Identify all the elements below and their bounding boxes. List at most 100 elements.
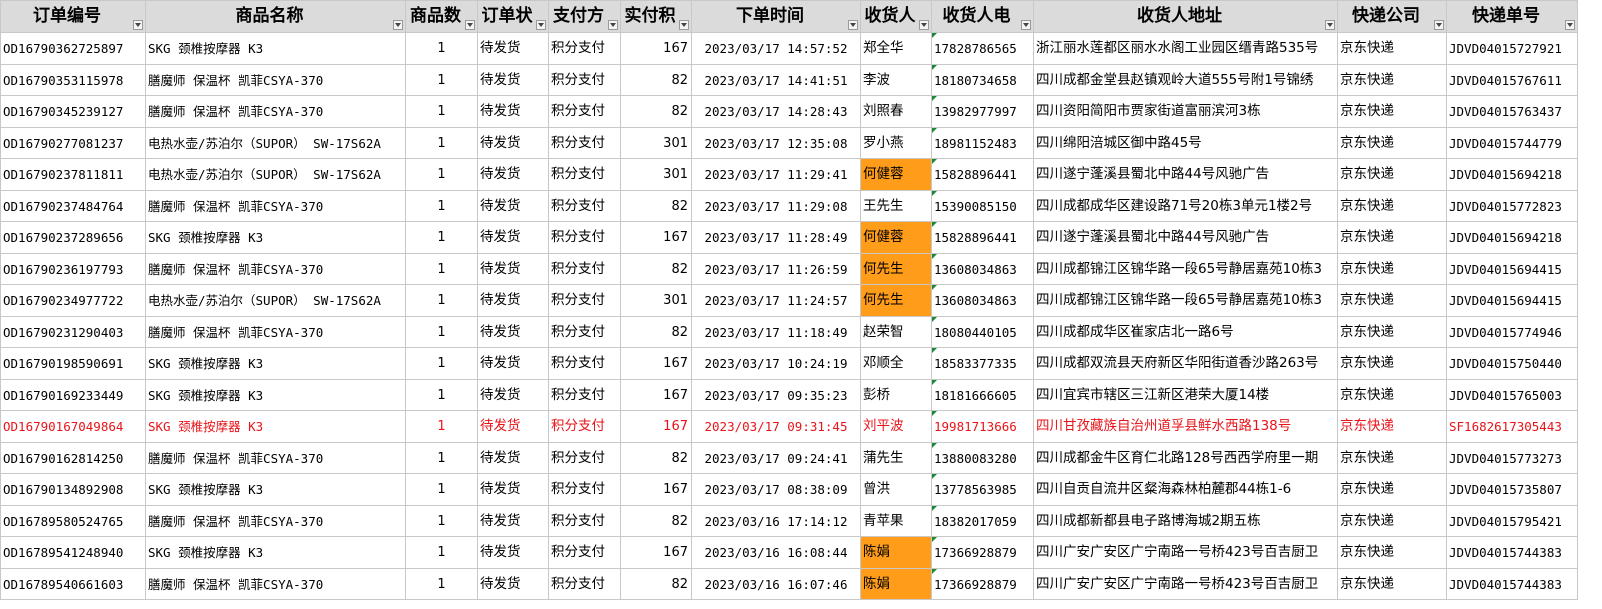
cell-payment-method[interactable]: 积分支付: [549, 253, 621, 285]
cell-recipient-address[interactable]: 四川成都双流县天府新区华阳街道香沙路263号: [1034, 348, 1338, 380]
cell-points-paid[interactable]: 167: [621, 411, 692, 443]
cell-order-status[interactable]: 待发货: [478, 33, 549, 65]
cell-product-name[interactable]: 膳魔师 保温杯 凯菲CSYA-370: [146, 442, 406, 474]
cell-order-id[interactable]: OD16790353115978: [1, 64, 146, 96]
cell-product-name[interactable]: 膳魔师 保温杯 凯菲CSYA-370: [146, 253, 406, 285]
filter-dropdown-icon[interactable]: [1325, 20, 1335, 30]
cell-recipient[interactable]: 郑全华: [861, 33, 932, 65]
cell-quantity[interactable]: 1: [406, 348, 478, 380]
cell-order-time[interactable]: 2023/03/17 11:28:49: [692, 222, 861, 254]
cell-payment-method[interactable]: 积分支付: [549, 537, 621, 569]
cell-courier[interactable]: 京东快递: [1338, 442, 1447, 474]
cell-quantity[interactable]: 1: [406, 96, 478, 128]
cell-order-status[interactable]: 待发货: [478, 568, 549, 600]
cell-order-time[interactable]: 2023/03/17 10:24:19: [692, 348, 861, 380]
cell-payment-method[interactable]: 积分支付: [549, 505, 621, 537]
cell-recipient-address[interactable]: 四川成都锦江区锦华路一段65号静居嘉苑10栋3: [1034, 285, 1338, 317]
cell-recipient-phone[interactable]: 18583377335: [932, 348, 1034, 380]
cell-recipient-phone[interactable]: 15828896441: [932, 222, 1034, 254]
cell-points-paid[interactable]: 167: [621, 474, 692, 506]
cell-recipient-phone[interactable]: 15390085150: [932, 190, 1034, 222]
header-courier[interactable]: 快递公司: [1338, 1, 1447, 33]
cell-quantity[interactable]: 1: [406, 474, 478, 506]
cell-recipient-address[interactable]: 四川甘孜藏族自治州道孚县鲜水西路138号: [1034, 411, 1338, 443]
cell-recipient-address[interactable]: 四川成都成华区建设路71号20栋3单元1楼2号: [1034, 190, 1338, 222]
cell-order-time[interactable]: 2023/03/16 16:08:44: [692, 537, 861, 569]
cell-order-status[interactable]: 待发货: [478, 190, 549, 222]
cell-recipient-address[interactable]: 四川成都金堂县赵镇观岭大道555号附1号锦绣: [1034, 64, 1338, 96]
cell-order-id[interactable]: OD16790169233449: [1, 379, 146, 411]
cell-tracking-number[interactable]: JDVD04015772823: [1447, 190, 1578, 222]
cell-order-time[interactable]: 2023/03/17 14:57:52: [692, 33, 861, 65]
cell-recipient-phone[interactable]: 13608034863: [932, 285, 1034, 317]
cell-order-id[interactable]: OD16790234977722: [1, 285, 146, 317]
cell-payment-method[interactable]: 积分支付: [549, 285, 621, 317]
filter-dropdown-icon[interactable]: [393, 20, 403, 30]
cell-product-name[interactable]: 电热水壶/苏泊尔（SUPOR） SW-17S62A: [146, 159, 406, 191]
cell-points-paid[interactable]: 82: [621, 568, 692, 600]
cell-quantity[interactable]: 1: [406, 190, 478, 222]
cell-order-id[interactable]: OD16790167049864: [1, 411, 146, 443]
cell-recipient[interactable]: 刘平波: [861, 411, 932, 443]
cell-courier[interactable]: 京东快递: [1338, 127, 1447, 159]
filter-dropdown-icon[interactable]: [679, 20, 689, 30]
cell-payment-method[interactable]: 积分支付: [549, 33, 621, 65]
cell-payment-method[interactable]: 积分支付: [549, 127, 621, 159]
cell-tracking-number[interactable]: JDVD04015694415: [1447, 253, 1578, 285]
cell-recipient-address[interactable]: 四川资阳简阳市贾家街道富丽滨河3栋: [1034, 96, 1338, 128]
cell-courier[interactable]: 京东快递: [1338, 159, 1447, 191]
cell-quantity[interactable]: 1: [406, 442, 478, 474]
cell-points-paid[interactable]: 82: [621, 505, 692, 537]
cell-order-id[interactable]: OD16790362725897: [1, 33, 146, 65]
cell-order-status[interactable]: 待发货: [478, 537, 549, 569]
cell-product-name[interactable]: 膳魔师 保温杯 凯菲CSYA-370: [146, 505, 406, 537]
header-recipient-phone[interactable]: 收货人电: [932, 1, 1034, 33]
cell-recipient-phone[interactable]: 18180734658: [932, 64, 1034, 96]
cell-order-status[interactable]: 待发货: [478, 474, 549, 506]
cell-recipient[interactable]: 何健蓉: [861, 159, 932, 191]
cell-quantity[interactable]: 1: [406, 253, 478, 285]
cell-recipient-phone[interactable]: 13608034863: [932, 253, 1034, 285]
cell-product-name[interactable]: 膳魔师 保温杯 凯菲CSYA-370: [146, 568, 406, 600]
cell-courier[interactable]: 京东快递: [1338, 411, 1447, 443]
cell-order-id[interactable]: OD16789541248940: [1, 537, 146, 569]
cell-tracking-number[interactable]: JDVD04015750440: [1447, 348, 1578, 380]
cell-quantity[interactable]: 1: [406, 379, 478, 411]
cell-recipient-address[interactable]: 四川成都新都县电子路博海城2期五栋: [1034, 505, 1338, 537]
cell-order-status[interactable]: 待发货: [478, 442, 549, 474]
cell-recipient[interactable]: 青苹果: [861, 505, 932, 537]
cell-payment-method[interactable]: 积分支付: [549, 568, 621, 600]
cell-recipient[interactable]: 何先生: [861, 285, 932, 317]
cell-order-time[interactable]: 2023/03/17 11:18:49: [692, 316, 861, 348]
cell-recipient-address[interactable]: 四川成都锦江区锦华路一段65号静居嘉苑10栋3: [1034, 253, 1338, 285]
cell-order-time[interactable]: 2023/03/17 11:26:59: [692, 253, 861, 285]
cell-product-name[interactable]: SKG 颈椎按摩器 K3: [146, 411, 406, 443]
cell-product-name[interactable]: SKG 颈椎按摩器 K3: [146, 33, 406, 65]
filter-dropdown-icon[interactable]: [1434, 20, 1444, 30]
cell-quantity[interactable]: 1: [406, 64, 478, 96]
filter-dropdown-icon[interactable]: [1565, 20, 1575, 30]
cell-order-time[interactable]: 2023/03/16 16:07:46: [692, 568, 861, 600]
cell-recipient[interactable]: 王先生: [861, 190, 932, 222]
header-order-time[interactable]: 下单时间: [692, 1, 861, 33]
cell-tracking-number[interactable]: JDVD04015744383: [1447, 568, 1578, 600]
cell-quantity[interactable]: 1: [406, 505, 478, 537]
cell-tracking-number[interactable]: JDVD04015774946: [1447, 316, 1578, 348]
cell-order-time[interactable]: 2023/03/17 09:31:45: [692, 411, 861, 443]
cell-order-status[interactable]: 待发货: [478, 348, 549, 380]
header-order-id[interactable]: 订单编号: [1, 1, 146, 33]
cell-product-name[interactable]: SKG 颈椎按摩器 K3: [146, 222, 406, 254]
cell-quantity[interactable]: 1: [406, 411, 478, 443]
cell-quantity[interactable]: 1: [406, 159, 478, 191]
cell-order-status[interactable]: 待发货: [478, 411, 549, 443]
cell-courier[interactable]: 京东快递: [1338, 96, 1447, 128]
cell-order-time[interactable]: 2023/03/17 08:38:09: [692, 474, 861, 506]
cell-order-time[interactable]: 2023/03/17 12:35:08: [692, 127, 861, 159]
cell-payment-method[interactable]: 积分支付: [549, 222, 621, 254]
cell-payment-method[interactable]: 积分支付: [549, 316, 621, 348]
cell-order-time[interactable]: 2023/03/17 09:35:23: [692, 379, 861, 411]
cell-points-paid[interactable]: 167: [621, 33, 692, 65]
cell-courier[interactable]: 京东快递: [1338, 537, 1447, 569]
cell-payment-method[interactable]: 积分支付: [549, 411, 621, 443]
cell-recipient-phone[interactable]: 18080440105: [932, 316, 1034, 348]
